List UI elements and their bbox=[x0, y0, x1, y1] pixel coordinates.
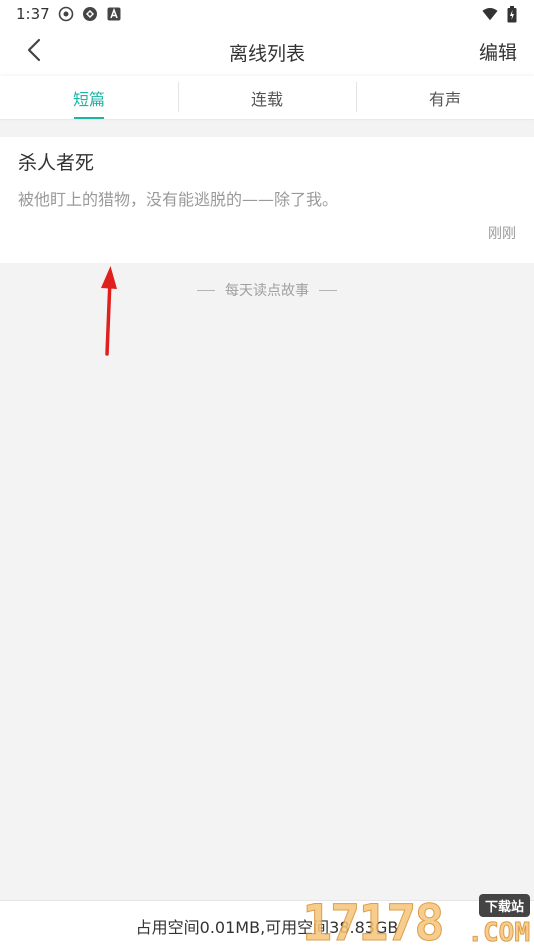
storage-text: 占用空间0.01MB,可用空间38.83GB bbox=[135, 917, 399, 937]
slogan-text: 每天读点故事 bbox=[225, 283, 309, 299]
divider-line bbox=[319, 289, 337, 291]
active-tab-indicator bbox=[74, 117, 104, 119]
red-arrow-annotation bbox=[101, 266, 117, 356]
status-bar: 1:37 bbox=[0, 0, 534, 28]
status-right bbox=[482, 5, 520, 22]
status-left: 1:37 bbox=[16, 5, 122, 23]
record-icon bbox=[58, 6, 74, 22]
story-excerpt: 被他盯上的猎物，没有能逃脱的——除了我。 bbox=[18, 190, 339, 209]
storage-info-bar: 占用空间0.01MB,可用空间38.83GB bbox=[0, 900, 534, 950]
divider-line bbox=[197, 289, 215, 291]
tab-audio[interactable]: 有声 bbox=[356, 76, 534, 119]
edit-button[interactable]: 编辑 bbox=[479, 38, 517, 65]
story-title: 杀人者死 bbox=[18, 152, 95, 174]
page-title: 离线列表 bbox=[228, 42, 305, 65]
tab-label: 有声 bbox=[428, 89, 461, 109]
story-list-item[interactable]: 杀人者死 被他盯上的猎物，没有能逃脱的——除了我。 刚刚 bbox=[0, 137, 534, 263]
back-button[interactable] bbox=[18, 36, 50, 68]
wifi-icon bbox=[482, 6, 498, 22]
chevron-left-icon bbox=[26, 38, 42, 66]
tab-bar: 短篇 连载 有声 bbox=[0, 76, 534, 120]
tab-label: 连载 bbox=[250, 89, 283, 109]
story-timestamp: 刚刚 bbox=[488, 226, 516, 242]
battery-icon bbox=[504, 5, 520, 22]
list-footer-slogan: 每天读点故事 bbox=[0, 280, 534, 300]
tab-short-stories[interactable]: 短篇 bbox=[0, 76, 178, 119]
tab-label: 短篇 bbox=[72, 89, 105, 109]
tab-serial[interactable]: 连载 bbox=[178, 76, 356, 119]
status-time: 1:37 bbox=[16, 5, 50, 23]
app-header: 离线列表 编辑 bbox=[0, 28, 534, 76]
sync-icon bbox=[82, 6, 98, 22]
screen: 1:37 离线列表 编辑 短篇 连载 有声 杀人者死 被他盯上的猎物，没有能逃脱… bbox=[0, 0, 534, 950]
a-badge-icon bbox=[106, 6, 122, 22]
